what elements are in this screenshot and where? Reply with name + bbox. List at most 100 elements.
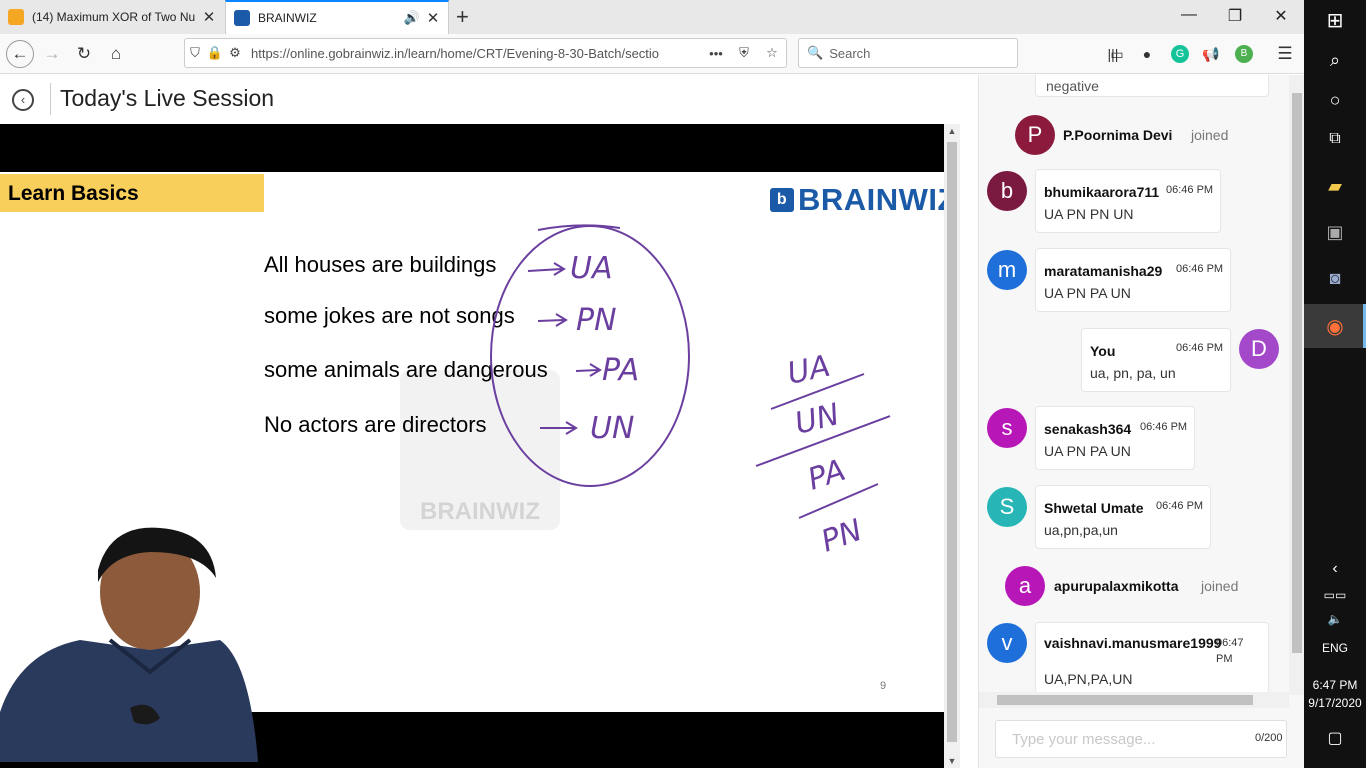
recorder-icon[interactable]: ▣ <box>1304 222 1366 243</box>
avatar: s <box>987 408 1027 448</box>
tab-brainwiz[interactable]: BRAINWIZ 🔊 ✕ <box>225 0 449 34</box>
avatar: b <box>987 171 1027 211</box>
megaphone-icon[interactable]: 📢 <box>1202 45 1220 63</box>
camera-icon[interactable]: ◙ <box>1304 268 1366 289</box>
chat-username: Shwetal Umate <box>1044 500 1144 516</box>
clock-date[interactable]: 9/17/2020 <box>1304 696 1366 710</box>
chat-time: 06:46 PM <box>1176 263 1224 275</box>
annotation-ua: UA <box>570 251 612 286</box>
task-view-icon[interactable]: ⧉ <box>1304 130 1366 148</box>
back-button[interactable]: ← <box>6 40 34 68</box>
avatar: S <box>987 487 1027 527</box>
close-tab-icon[interactable]: ✕ <box>200 8 218 26</box>
forward-button[interactable]: → <box>38 40 66 68</box>
restore-icon[interactable]: ❐ <box>1220 6 1250 26</box>
close-tab-icon[interactable]: ✕ <box>424 9 442 27</box>
speaker-icon[interactable]: 🔊 <box>404 10 420 26</box>
chat-text: ua,pn,pa,un <box>1044 522 1118 538</box>
file-explorer-icon[interactable]: ▰ <box>1304 176 1366 197</box>
lock-icon[interactable]: 🔒 <box>205 45 225 61</box>
tab-leetcode[interactable]: (14) Maximum XOR of Two Nu ✕ <box>0 0 224 34</box>
firefox-icon: ◉ <box>1326 316 1344 338</box>
cortana-icon[interactable]: ○ <box>1304 90 1366 111</box>
chat-time: 06:46 PM <box>1156 500 1204 512</box>
annotation-un: UN <box>590 411 634 446</box>
minimize-icon[interactable]: — <box>1174 6 1204 24</box>
url-text[interactable]: https://online.gobrainwiz.in/learn/home/… <box>251 46 702 61</box>
language-indicator[interactable]: ENG <box>1304 641 1366 655</box>
chat-time: 06:46 PM <box>1140 421 1188 433</box>
page-header: ‹ Today's Live Session <box>0 75 960 123</box>
chat-message-self: You 06:46 PM ua, pn, pa, un <box>1081 328 1231 392</box>
chat-text: UA PN PA UN <box>1044 443 1131 459</box>
search-placeholder: Search <box>829 45 871 61</box>
chat-username: apurupalaxmikotta <box>1054 578 1179 594</box>
firefox-taskbar-button[interactable]: ◉ <box>1304 304 1366 348</box>
chat-username: P.Poornima Devi <box>1063 127 1173 143</box>
page-actions-icon[interactable]: ••• <box>702 46 730 61</box>
tab-title: BRAINWIZ <box>258 11 317 25</box>
scrollbar-thumb[interactable] <box>947 142 957 742</box>
chat-scrollbar-thumb[interactable] <box>1292 93 1302 653</box>
close-window-icon[interactable]: ✕ <box>1266 6 1296 26</box>
chat-username: You <box>1090 343 1116 359</box>
side-ua: UA <box>784 349 833 392</box>
home-button[interactable]: ⌂ <box>102 40 130 68</box>
page-scrollbar[interactable]: ▲ ▼ <box>944 124 960 768</box>
menu-icon[interactable]: ☰ <box>1276 45 1294 63</box>
search-icon[interactable]: ⌕ <box>1304 50 1366 71</box>
chat-username: vaishnavi.manusmare1999 <box>1044 635 1222 651</box>
slide-number: 9 <box>880 680 887 692</box>
slide: Learn Basics b BRAINWIZ BRAINWIZ All hou… <box>0 172 944 762</box>
sidebar-icon[interactable]: ▭ <box>1108 45 1126 63</box>
chat-text: ua, pn, pa, un <box>1090 365 1176 381</box>
tab-bar: (14) Maximum XOR of Two Nu ✕ BRAINWIZ 🔊 … <box>0 0 1304 34</box>
search-box[interactable]: 🔍 Search <box>798 38 1018 68</box>
account-icon[interactable]: ● <box>1138 45 1156 63</box>
chevron-up-icon[interactable]: ‹ <box>1304 560 1366 578</box>
scroll-down-icon[interactable]: ▼ <box>944 756 960 766</box>
extension-b-icon[interactable]: B <box>1235 45 1253 63</box>
side-un: UN <box>791 397 843 442</box>
page-title: Today's Live Session <box>60 85 275 111</box>
volume-icon[interactable]: 🔈 <box>1304 612 1366 626</box>
chat-hscroll-thumb[interactable] <box>997 695 1253 705</box>
new-tab-button[interactable]: + <box>456 4 469 30</box>
brainwiz-favicon-icon <box>234 10 250 26</box>
chat-panel: negative P P.Poornima Devi joined b bhum… <box>978 75 1304 768</box>
chat-time: 06:47 PM <box>1216 637 1244 665</box>
search-icon: 🔍 <box>807 45 824 60</box>
chat-time: 06:46 PM <box>1166 184 1214 196</box>
arrow-2 <box>537 313 568 327</box>
grammarly-icon[interactable]: G <box>1171 45 1189 63</box>
avatar: D <box>1239 329 1279 369</box>
avatar: P <box>1015 115 1055 155</box>
avatar: v <box>987 623 1027 663</box>
message-input[interactable] <box>995 720 1287 758</box>
url-bar[interactable]: ⛉ 🔒 ⚙ https://online.gobrainwiz.in/learn… <box>184 38 787 68</box>
header-divider <box>50 83 51 115</box>
chat-message: Shwetal Umate 06:46 PM ua,pn,pa,un <box>1035 485 1211 549</box>
video-player[interactable]: Learn Basics b BRAINWIZ BRAINWIZ All hou… <box>0 124 944 768</box>
chat-horizontal-scrollbar[interactable] <box>979 692 1289 708</box>
bookmark-star-icon[interactable]: ☆ <box>758 45 786 61</box>
chat-username: maratamanisha29 <box>1044 263 1163 279</box>
chat-text: UA PN PA UN <box>1044 285 1131 301</box>
presenter-webcam <box>0 527 258 762</box>
reload-button[interactable]: ↻ <box>70 40 98 68</box>
chat-message: bhumikaarora711 06:46 PM UA PN PN UN <box>1035 169 1221 233</box>
chat-text: UA,PN,PA,UN <box>1044 671 1133 687</box>
annotation-pn: PN <box>576 303 617 338</box>
chat-scrollbar[interactable] <box>1289 75 1304 695</box>
scroll-up-icon[interactable]: ▲ <box>944 126 960 136</box>
navigation-bar: ← → ↻ ⌂ ⛉ 🔒 ⚙ https://online.gobrainwiz.… <box>0 34 1304 74</box>
windows-start-icon[interactable]: ⊞ <box>1304 8 1366 33</box>
back-arrow-icon[interactable]: ‹ <box>12 89 34 111</box>
shield-icon[interactable]: ⛉ <box>185 45 205 61</box>
clock-time[interactable]: 6:47 PM <box>1304 678 1366 692</box>
permissions-icon[interactable]: ⚙ <box>225 45 245 61</box>
pocket-icon[interactable]: ⛨ <box>730 45 758 61</box>
notification-icon[interactable]: ▢ <box>1304 728 1366 748</box>
partial-message: negative <box>1046 78 1099 94</box>
battery-icon[interactable]: ▭▭ <box>1304 588 1366 602</box>
